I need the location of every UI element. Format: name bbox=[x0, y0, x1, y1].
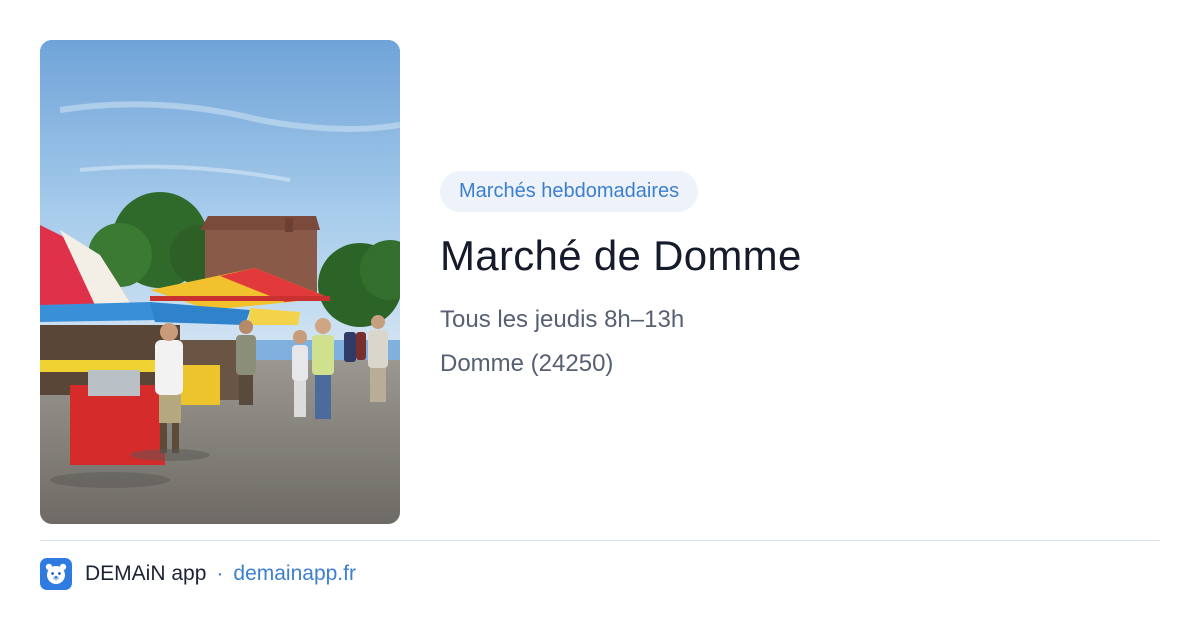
bear-face-icon bbox=[40, 558, 72, 590]
category-badge[interactable]: Marchés hebdomadaires bbox=[440, 171, 699, 212]
website-link[interactable]: demainapp.fr bbox=[233, 562, 356, 586]
app-name: DEMAiN app bbox=[85, 562, 207, 585]
event-location: Domme (24250) bbox=[440, 350, 614, 377]
event-title: Marché de Domme bbox=[440, 232, 802, 279]
market-photo bbox=[40, 40, 400, 524]
share-card: Marchés hebdomadaires Marché de Domme To… bbox=[0, 0, 1200, 630]
footer-divider bbox=[40, 540, 1160, 541]
footer: DEMAiN app · demainapp.fr bbox=[40, 558, 356, 590]
event-info: Marchés hebdomadaires Marché de Domme To… bbox=[440, 171, 1160, 379]
event-schedule: Tous les jeudis 8h–13h bbox=[440, 306, 685, 333]
footer-separator: · bbox=[216, 562, 224, 585]
